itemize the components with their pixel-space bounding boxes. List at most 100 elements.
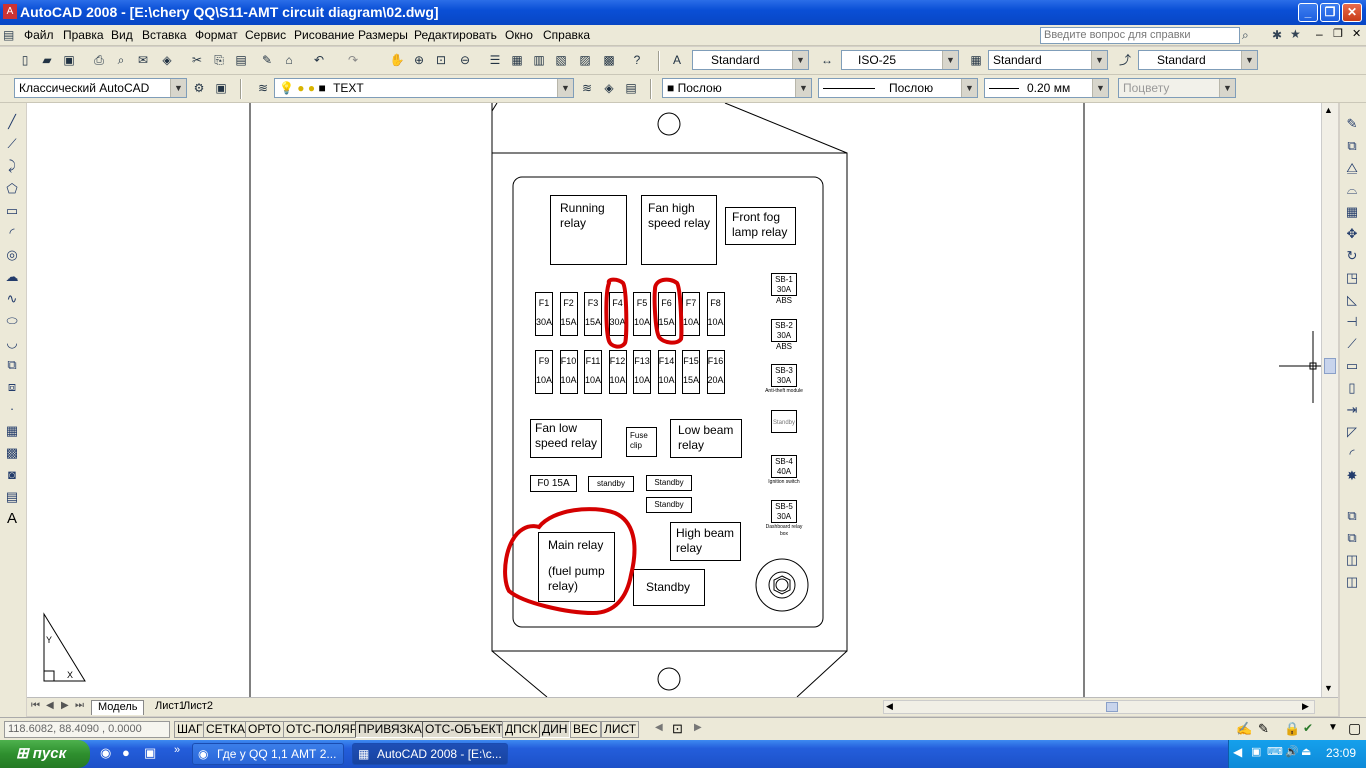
- otrack-toggle[interactable]: ОТС-ОБЪЕКТ: [422, 721, 506, 738]
- tab-last-icon[interactable]: ⏭: [75, 700, 84, 711]
- help-search-input[interactable]: Введите вопрос для справки: [1040, 27, 1240, 44]
- menu-modify[interactable]: Редактировать: [414, 28, 497, 42]
- multiline-text-icon[interactable]: A: [3, 510, 21, 528]
- plot-icon[interactable]: ⎙: [90, 51, 108, 69]
- table-icon[interactable]: ▤: [3, 488, 21, 506]
- ortho-toggle[interactable]: ОРТО: [245, 721, 284, 738]
- dyn-toggle[interactable]: ДИН: [539, 721, 571, 738]
- layer-states-icon[interactable]: ▤: [622, 79, 640, 97]
- undo-icon[interactable]: ↶: [310, 51, 328, 69]
- stretch-icon[interactable]: ◺: [1343, 291, 1361, 309]
- maximize-viewport-icon[interactable]: ⊡: [672, 721, 683, 737]
- search-icon[interactable]: ⌕: [1242, 28, 1249, 43]
- 3d-publish-icon[interactable]: ◈: [158, 51, 176, 69]
- vertical-scrollbar[interactable]: ▲ ▼: [1321, 103, 1338, 697]
- polar-tracking-toggle[interactable]: ОТС-ПОЛЯР: [283, 721, 361, 738]
- doc-minimize-button[interactable]: –: [1316, 27, 1323, 41]
- construction-line-icon[interactable]: ⟋: [3, 135, 21, 153]
- ducs-toggle[interactable]: ДПСК: [502, 721, 541, 738]
- status-menu-icon[interactable]: ▼: [1328, 722, 1338, 733]
- menu-help[interactable]: Справка: [543, 28, 590, 42]
- break-at-point-icon[interactable]: ▭: [1343, 357, 1361, 375]
- polyline-icon[interactable]: ⤸: [3, 157, 21, 175]
- horizontal-scroll-thumb[interactable]: [1106, 702, 1118, 712]
- menu-tools[interactable]: Сервис: [245, 28, 286, 42]
- make-block-icon[interactable]: ⧈: [3, 378, 21, 396]
- layer-previous-icon[interactable]: ◈: [600, 79, 618, 97]
- redo-icon[interactable]: ↷: [344, 51, 362, 69]
- snap-toggle[interactable]: ШАГ: [174, 721, 206, 738]
- menu-draw[interactable]: Рисование: [294, 28, 354, 42]
- plot-preview-icon[interactable]: ⌕: [112, 51, 130, 69]
- polygon-icon[interactable]: ⬠: [3, 180, 21, 198]
- workspace-select[interactable]: Классический AutoCAD ▼: [14, 78, 187, 98]
- draworder-front-icon[interactable]: ⧉: [1343, 507, 1361, 525]
- drawing-canvas[interactable]: Running relay Fan high speed relay Front f…: [27, 103, 1321, 697]
- circle-icon[interactable]: ◎: [3, 246, 21, 264]
- ellipse-icon[interactable]: ⬭: [3, 312, 21, 330]
- break-icon[interactable]: ▯: [1343, 379, 1361, 397]
- dim-style-select[interactable]: ISO-25 ▼: [841, 50, 959, 70]
- design-center-icon[interactable]: ▦: [508, 51, 526, 69]
- favorites-icon[interactable]: ★: [1290, 27, 1301, 41]
- menu-dimension[interactable]: Размеры: [358, 28, 408, 42]
- extend-icon[interactable]: ⟋: [1343, 335, 1361, 353]
- tab-prev-icon[interactable]: ◀: [46, 700, 54, 711]
- insert-block-icon[interactable]: ⧉: [3, 356, 21, 374]
- block-editor-icon[interactable]: ⌂: [280, 51, 298, 69]
- tab-layout2[interactable]: Лист2: [177, 700, 219, 715]
- offset-icon[interactable]: ⌓: [1343, 181, 1361, 199]
- text-style-select[interactable]: Standard ▼: [692, 50, 809, 70]
- gradient-icon[interactable]: ▩: [3, 444, 21, 462]
- viewport-right-icon[interactable]: ▶: [694, 722, 702, 733]
- volume-icon[interactable]: 🔊: [1285, 745, 1299, 758]
- lock-icon[interactable]: 🔒: [1284, 721, 1300, 737]
- scroll-right-icon[interactable]: ▶: [1302, 701, 1309, 712]
- chrome-quicklaunch-icon[interactable]: ◉: [100, 745, 111, 761]
- workspace-save-icon[interactable]: ▣: [212, 79, 230, 97]
- opera-quicklaunch-icon[interactable]: ●: [122, 745, 130, 760]
- trayicon-settings-icon[interactable]: ✔: [1303, 721, 1313, 735]
- clean-screen-icon[interactable]: ▢: [1348, 720, 1361, 737]
- make-layer-current-icon[interactable]: ≋: [578, 79, 596, 97]
- draworder-under-icon[interactable]: ◫: [1343, 573, 1361, 591]
- help-icon[interactable]: ?: [628, 51, 646, 69]
- match-properties-icon[interactable]: ✎: [258, 51, 276, 69]
- region-icon[interactable]: ◙: [3, 466, 21, 484]
- save-icon[interactable]: ▣: [60, 51, 78, 69]
- menu-view[interactable]: Вид: [111, 28, 133, 42]
- explode-icon[interactable]: ✸: [1343, 467, 1361, 485]
- move-icon[interactable]: ✥: [1343, 225, 1361, 243]
- mirror-icon[interactable]: ⧋: [1343, 159, 1361, 177]
- dim-style-icon[interactable]: ↔: [818, 51, 836, 69]
- linetype-select[interactable]: Послою ▼: [818, 78, 978, 98]
- paper-model-toggle[interactable]: ЛИСТ: [601, 721, 640, 738]
- doc-close-button[interactable]: ✕: [1352, 27, 1361, 40]
- zoom-previous-icon[interactable]: ⊖: [456, 51, 474, 69]
- doc-restore-button[interactable]: ❐: [1333, 27, 1343, 40]
- menu-window[interactable]: Окно: [505, 28, 533, 42]
- copy-object-icon[interactable]: ⧉: [1343, 137, 1361, 155]
- array-icon[interactable]: ▦: [1343, 203, 1361, 221]
- zoom-realtime-icon[interactable]: ⊕: [410, 51, 428, 69]
- tab-next-icon[interactable]: ▶: [61, 700, 69, 711]
- language-icon[interactable]: ⌨: [1267, 745, 1283, 758]
- erase-icon[interactable]: ✎: [1343, 115, 1361, 133]
- text-style-icon[interactable]: A: [668, 51, 686, 69]
- zoom-window-icon[interactable]: ⊡: [432, 51, 450, 69]
- tray-expand-icon[interactable]: ◀: [1233, 745, 1242, 759]
- safely-remove-icon[interactable]: ⏏: [1301, 745, 1311, 758]
- mleader-style-icon[interactable]: ⤴: [1116, 51, 1134, 69]
- communication-icon[interactable]: ✱: [1272, 28, 1282, 42]
- menu-format[interactable]: Формат: [195, 28, 238, 42]
- osnap-toggle[interactable]: ПРИВЯЗКА: [355, 721, 425, 738]
- menu-insert[interactable]: Вставка: [142, 28, 187, 42]
- paste-icon[interactable]: ▤: [232, 51, 250, 69]
- color-select[interactable]: ■ Послою ▼: [662, 78, 812, 98]
- plotstyle-select[interactable]: Поцвету ▼: [1118, 78, 1236, 98]
- horizontal-scrollbar[interactable]: ◀ ▶: [883, 700, 1315, 714]
- grid-toggle[interactable]: СЕТКА: [203, 721, 248, 738]
- document-icon[interactable]: ▤: [3, 28, 14, 42]
- tool-palettes-icon[interactable]: ▥: [530, 51, 548, 69]
- pan-icon[interactable]: ✋: [388, 51, 406, 69]
